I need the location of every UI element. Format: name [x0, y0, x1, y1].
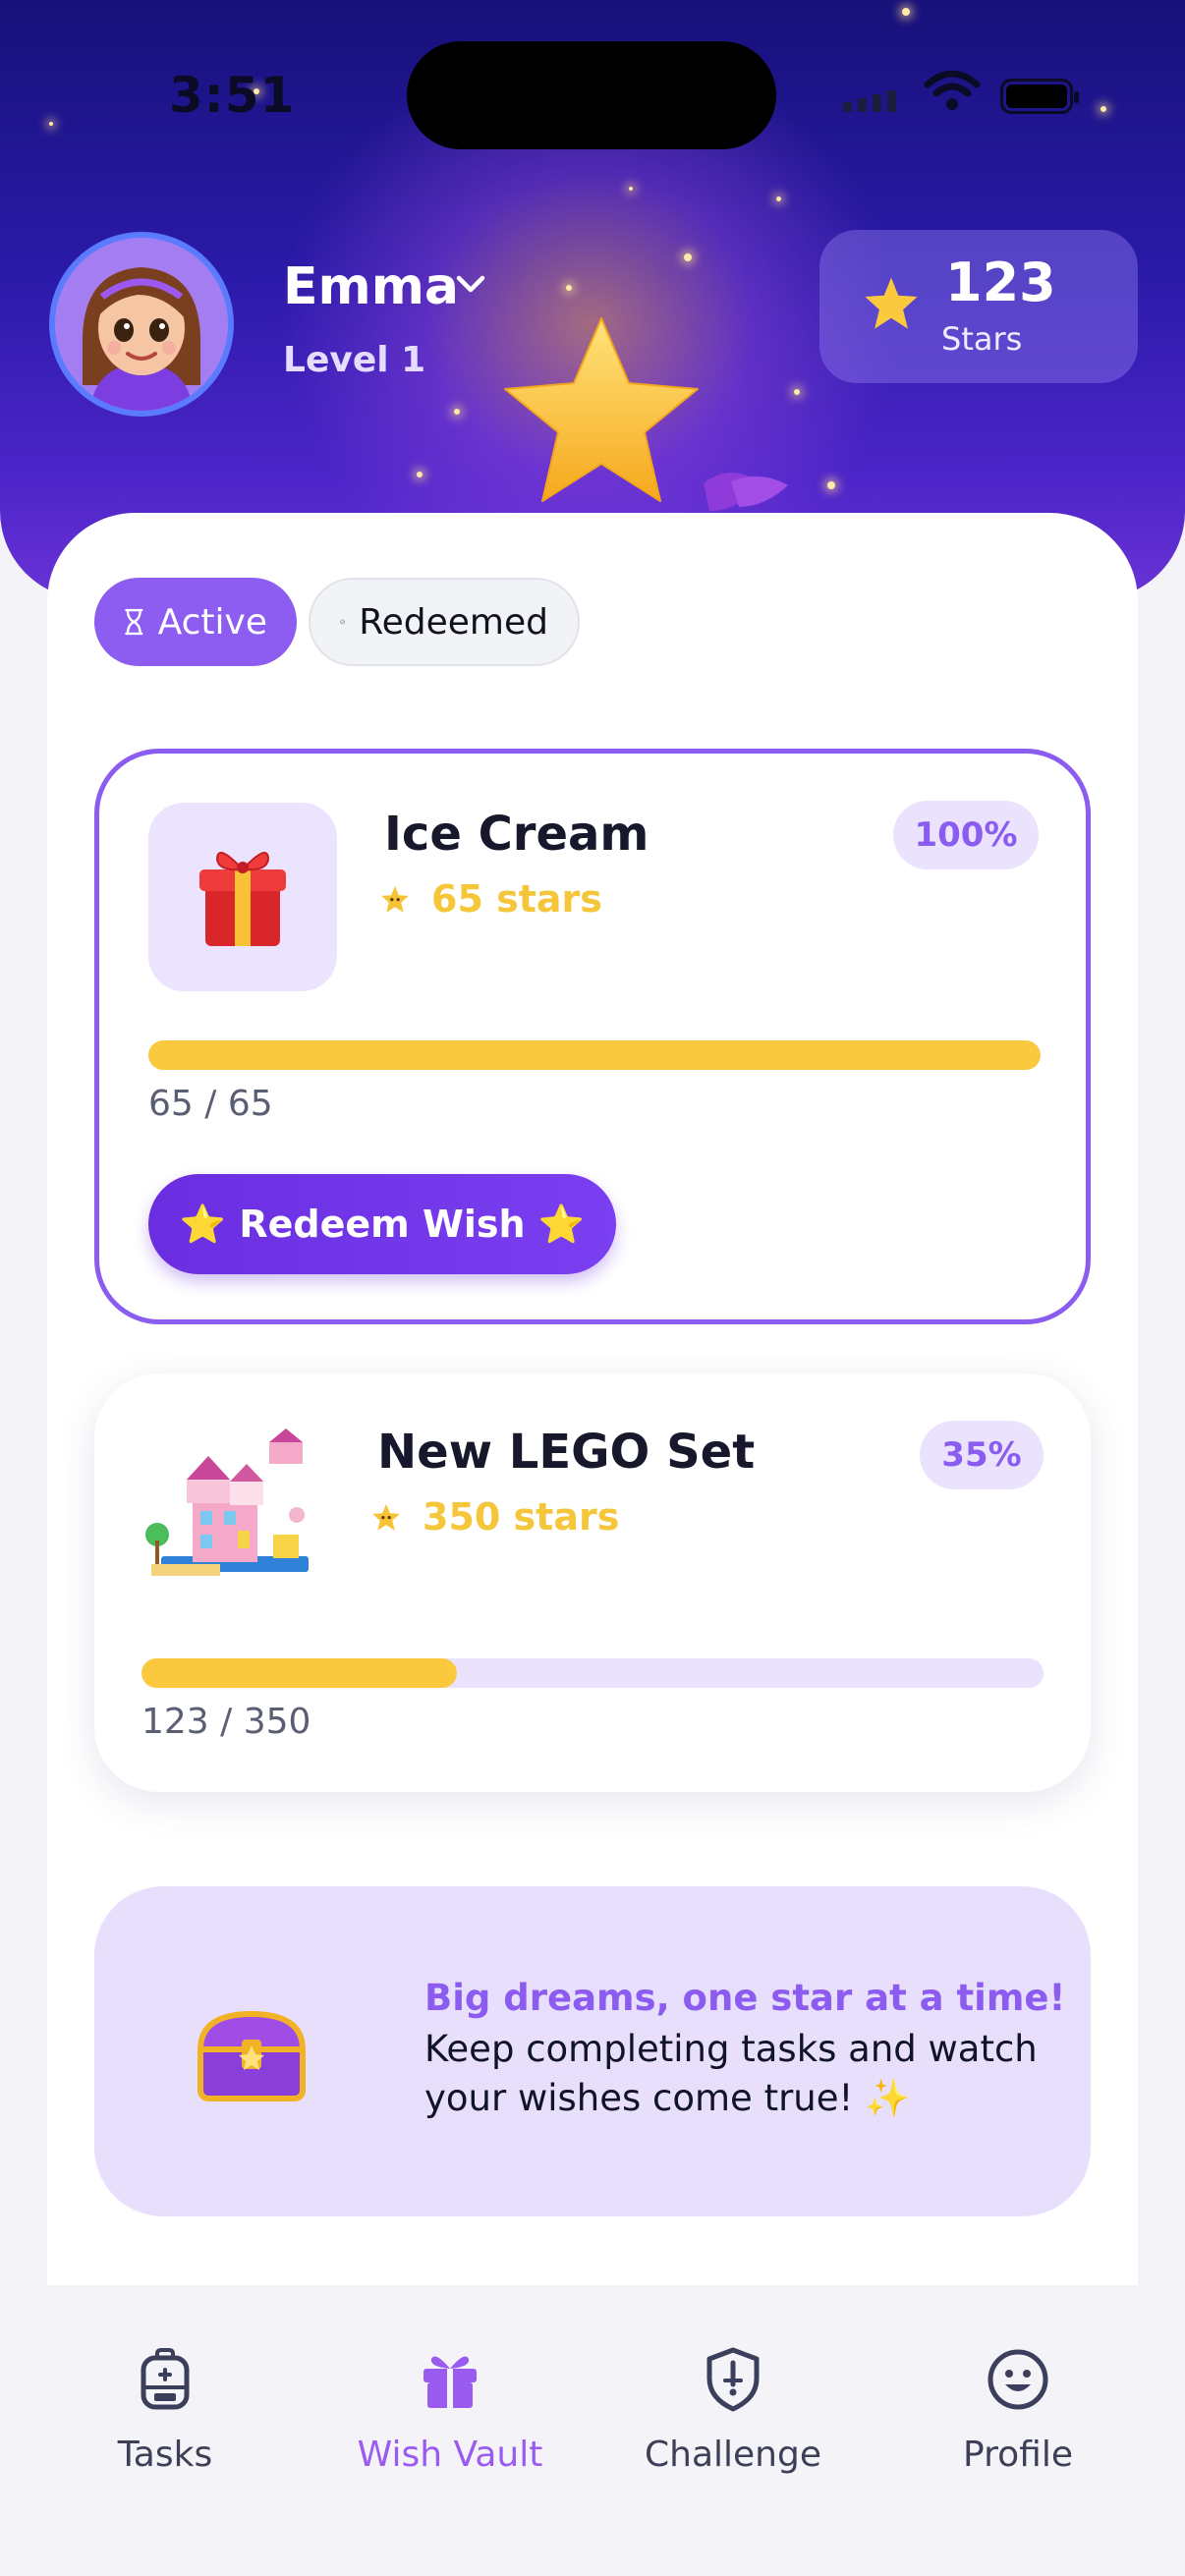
progress-text: 123 / 350 [141, 1702, 311, 1742]
check-circle-icon [340, 619, 345, 625]
status-time: 3:51 [169, 67, 296, 124]
tab-active[interactable]: Active [94, 578, 297, 666]
tab-active-label: Active [157, 601, 267, 643]
wish-cost: 65 stars [380, 877, 602, 921]
nav-label: Tasks [117, 2435, 213, 2475]
wish-card-ice-cream[interactable]: Ice Cream 65 stars 100% 65 / 65 ⭐ Redeem… [94, 749, 1091, 1324]
progress-text: 65 / 65 [148, 1084, 273, 1124]
wish-thumbnail [148, 803, 337, 991]
sparkle [776, 196, 781, 201]
gift-icon [199, 851, 286, 946]
motivation-banner: Big dreams, one star at a time! Keep com… [94, 1886, 1091, 2216]
nav-label: Profile [963, 2435, 1073, 2475]
sparkle [827, 481, 835, 489]
nav-wish-vault[interactable]: Wish Vault [322, 2338, 578, 2475]
wish-cost-label: 350 stars [423, 1495, 620, 1539]
progress-bar [148, 1040, 1041, 1070]
shield-icon [706, 2347, 760, 2412]
stars-balance-card: 123 Stars [819, 230, 1138, 383]
wish-thumbnail [136, 1417, 324, 1605]
girl-avatar-image [55, 238, 228, 411]
nav-profile[interactable]: Profile [890, 2338, 1146, 2475]
tab-redeemed[interactable]: Redeemed [309, 578, 580, 666]
redeem-wish-button[interactable]: ⭐ Redeem Wish ⭐ [148, 1174, 616, 1274]
wish-title: New LEGO Set [377, 1425, 756, 1480]
wish-cost: 350 stars [371, 1495, 619, 1539]
wish-card-lego-set[interactable]: New LEGO Set 350 stars 35% 123 / 350 [94, 1373, 1091, 1792]
nav-tasks[interactable]: Tasks [37, 2338, 293, 2475]
sparkle [684, 253, 692, 261]
star-icon [865, 277, 918, 329]
progress-percent-badge: 35% [920, 1421, 1044, 1489]
user-level: Level 1 [283, 340, 426, 380]
banner-text-line1: Keep completing tasks and watch [424, 2028, 1038, 2070]
wifi-icon [924, 71, 981, 110]
dynamic-island [407, 41, 776, 149]
user-name[interactable]: Emma [283, 257, 459, 316]
stars-label: Stars [941, 320, 1023, 358]
stars-count: 123 [945, 252, 1056, 313]
sparkle [902, 8, 910, 16]
tab-redeemed-label: Redeemed [359, 601, 548, 643]
sparkle [566, 285, 572, 291]
banner-title: Big dreams, one star at a time! [424, 1977, 1066, 2019]
sparkle [417, 472, 423, 477]
nav-label: Wish Vault [357, 2435, 543, 2475]
lego-set-image [145, 1428, 309, 1576]
sparkle [49, 122, 53, 126]
header: 3:51 Emma Level 1 123 Stars [0, 0, 1185, 599]
star-face-icon [381, 885, 409, 913]
cellular-signal-icon [843, 90, 896, 112]
treasure-chest-icon [197, 2010, 307, 2101]
backpack-icon [141, 2348, 190, 2410]
progress-bar [141, 1658, 1044, 1688]
chevron-down-icon[interactable] [454, 273, 487, 297]
nav-challenge[interactable]: Challenge [605, 2338, 861, 2475]
progress-percent-badge: 100% [893, 801, 1039, 869]
battery-icon [1000, 79, 1079, 114]
sparkle [454, 409, 460, 415]
redeem-wish-label: ⭐ Redeem Wish ⭐ [179, 1202, 586, 1246]
banner-text-line2: your wishes come true! ✨ [424, 2077, 911, 2119]
star-face-icon [372, 1503, 400, 1531]
wish-cost-label: 65 stars [431, 877, 602, 921]
gift-icon [423, 2356, 477, 2408]
bottom-navigation: Tasks Wish Vault Challenge Profile [0, 2285, 1185, 2576]
wish-title: Ice Cream [384, 807, 649, 862]
smiley-icon [988, 2349, 1048, 2410]
avatar[interactable] [49, 232, 234, 417]
sparkle [1100, 106, 1106, 112]
sparkle [629, 187, 633, 191]
nav-label: Challenge [645, 2435, 821, 2475]
hourglass-icon [125, 608, 143, 636]
hero-star-illustration [504, 317, 788, 511]
